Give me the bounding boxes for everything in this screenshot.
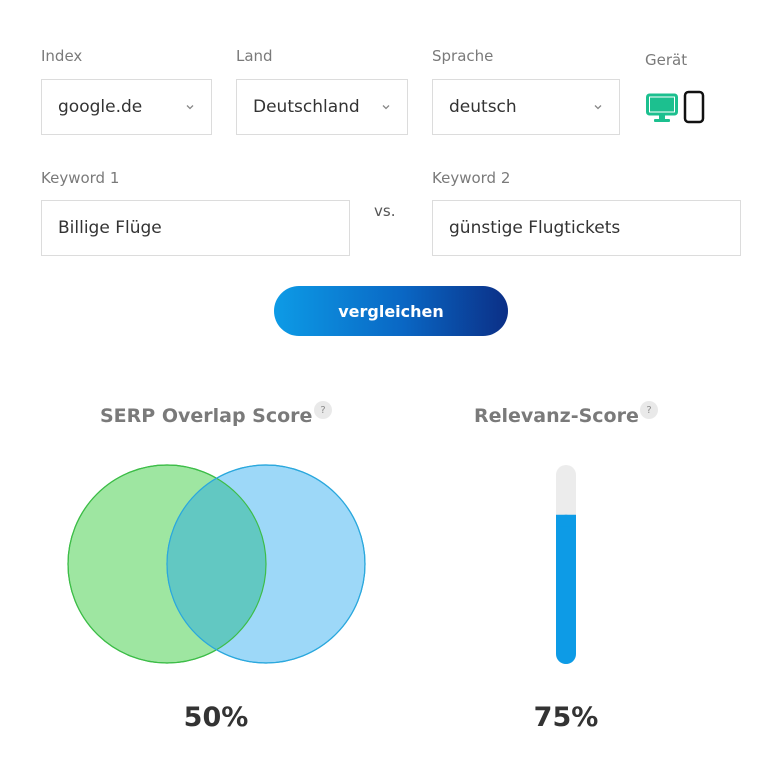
- desktop-icon[interactable]: [646, 90, 678, 124]
- chevron-down-icon: [382, 105, 390, 110]
- index-label: Index: [41, 47, 83, 65]
- serp-overlap-value: 50%: [183, 702, 249, 733]
- sprache-select[interactable]: deutsch: [432, 79, 620, 135]
- vergleichen-button[interactable]: vergleichen: [274, 286, 508, 336]
- geraet-label: Gerät: [645, 51, 688, 69]
- index-select[interactable]: google.de: [41, 79, 212, 135]
- land-label: Land: [236, 47, 273, 65]
- index-select-value: google.de: [58, 97, 143, 117]
- relevanz-bar: [556, 465, 576, 664]
- sprache-select-value: deutsch: [449, 97, 517, 117]
- relevanz-help-icon[interactable]: ?: [640, 401, 658, 419]
- land-select[interactable]: Deutschland: [236, 79, 408, 135]
- relevanz-value: 75%: [533, 702, 599, 733]
- keyword1-input[interactable]: Billige Flüge: [41, 200, 350, 256]
- relevanz-bar-fill-top: [556, 514, 576, 527]
- chevron-down-icon: [186, 105, 194, 110]
- venn-diagram: [67, 464, 366, 664]
- serp-overlap-help-icon[interactable]: ?: [314, 401, 332, 419]
- relevanz-title: Relevanz-Score: [474, 405, 639, 427]
- serp-overlap-title: SERP Overlap Score: [100, 405, 313, 427]
- chevron-down-icon: [594, 105, 602, 110]
- smartphone-icon[interactable]: [683, 90, 705, 124]
- keyword1-input-value: Billige Flüge: [58, 218, 162, 238]
- sprache-label: Sprache: [432, 47, 494, 65]
- keyword1-label: Keyword 1: [41, 169, 120, 187]
- keyword2-input[interactable]: günstige Flugtickets: [432, 200, 741, 256]
- relevanz-bar-fill: [556, 514, 576, 664]
- keyword2-input-value: günstige Flugtickets: [449, 218, 621, 238]
- land-select-value: Deutschland: [253, 97, 360, 117]
- vs-label: vs.: [374, 202, 396, 220]
- keyword2-label: Keyword 2: [432, 169, 511, 187]
